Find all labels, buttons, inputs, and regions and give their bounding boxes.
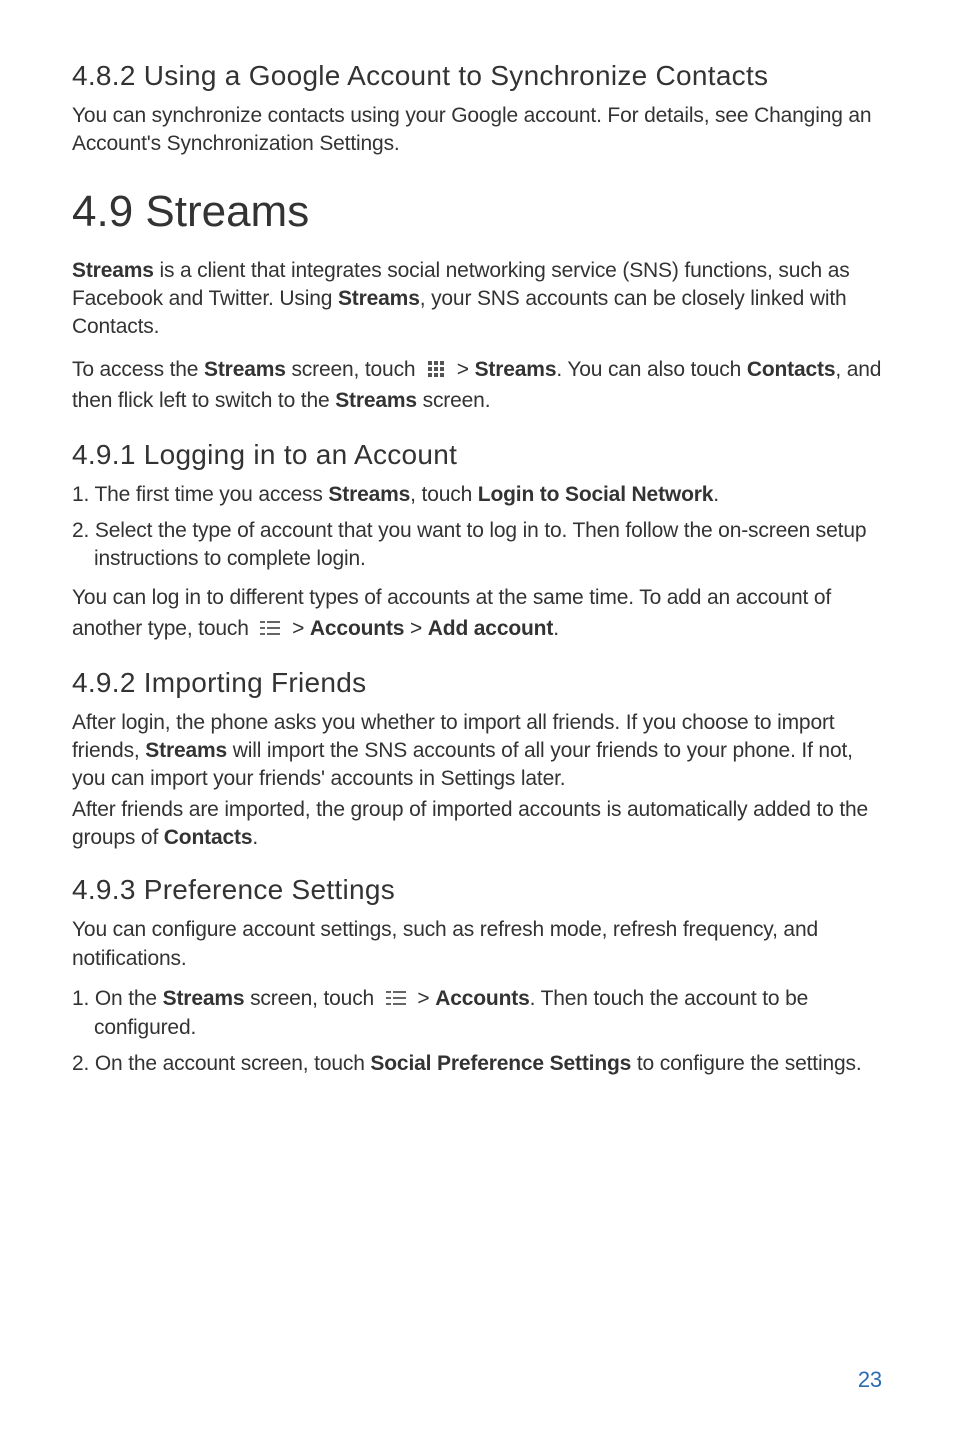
list-item: 1. On the Streams screen, touch > Accoun…: [72, 985, 882, 1042]
text: screen, touch: [244, 987, 379, 1010]
ordered-list: 1. The first time you access Streams, to…: [72, 481, 882, 574]
text: >: [404, 617, 427, 640]
bold-text: Streams: [72, 259, 154, 282]
text: >: [292, 617, 310, 640]
heading-4-9-2: 4.9.2 Importing Friends: [72, 667, 882, 699]
bold-text: Add account: [428, 617, 553, 640]
paragraph: After login, the phone asks you whether …: [72, 709, 882, 794]
paragraph: To access the Streams screen, touch > St…: [72, 354, 882, 417]
bold-text: Contacts: [747, 358, 836, 381]
ordered-list: 1. On the Streams screen, touch > Accoun…: [72, 985, 882, 1078]
heading-4-9: 4.9 Streams: [72, 187, 882, 237]
text: . You can also touch: [556, 358, 746, 381]
text: >: [457, 358, 475, 381]
text: .: [553, 617, 559, 640]
section-4-9: 4.9 Streams Streams is a client that int…: [72, 187, 882, 417]
section-4-9-1: 4.9.1 Logging in to an Account 1. The fi…: [72, 439, 882, 645]
page-number: 23: [858, 1367, 882, 1393]
section-4-9-2: 4.9.2 Importing Friends After login, the…: [72, 667, 882, 853]
section-4-8-2: 4.8.2 Using a Google Account to Synchron…: [72, 60, 882, 159]
heading-4-8-2: 4.8.2 Using a Google Account to Synchron…: [72, 60, 882, 92]
bold-text: Login to Social Network: [478, 483, 714, 506]
text: screen, touch: [286, 358, 421, 381]
paragraph: You can synchronize contacts using your …: [72, 102, 882, 159]
list-item: 2. Select the type of account that you w…: [72, 517, 882, 574]
text: 2. On the account screen, touch: [72, 1052, 370, 1075]
heading-4-9-3: 4.9.3 Preference Settings: [72, 874, 882, 906]
menu-icon: [386, 991, 406, 1005]
text: .: [713, 483, 719, 506]
apps-grid-icon: [427, 360, 445, 378]
list-item: 1. The first time you access Streams, to…: [72, 481, 882, 509]
text: To access the: [72, 358, 204, 381]
bold-text: Streams: [204, 358, 286, 381]
paragraph: After friends are imported, the group of…: [72, 796, 882, 853]
text: .: [252, 826, 258, 849]
bold-text: Streams: [335, 389, 417, 412]
section-4-9-3: 4.9.3 Preference Settings You can config…: [72, 874, 882, 1078]
text: to configure the settings.: [631, 1052, 861, 1075]
bold-text: Accounts: [435, 987, 529, 1010]
paragraph: You can log in to different types of acc…: [72, 582, 882, 645]
list-item: 2. On the account screen, touch Social P…: [72, 1050, 882, 1078]
text: 1. On the: [72, 987, 163, 1010]
bold-text: Streams: [338, 287, 420, 310]
heading-4-9-1: 4.9.1 Logging in to an Account: [72, 439, 882, 471]
bold-text: Streams: [475, 358, 557, 381]
bold-text: Streams: [163, 987, 245, 1010]
paragraph: Streams is a client that integrates soci…: [72, 257, 882, 342]
menu-icon: [260, 621, 280, 635]
bold-text: Streams: [145, 739, 227, 762]
paragraph: You can configure account settings, such…: [72, 916, 882, 973]
bold-text: Social Preference Settings: [370, 1052, 631, 1075]
text: , touch: [410, 483, 478, 506]
text: screen.: [417, 389, 490, 412]
bold-text: Contacts: [164, 826, 253, 849]
bold-text: Streams: [328, 483, 410, 506]
text: >: [417, 987, 435, 1010]
bold-text: Accounts: [310, 617, 404, 640]
text: 1. The first time you access: [72, 483, 328, 506]
